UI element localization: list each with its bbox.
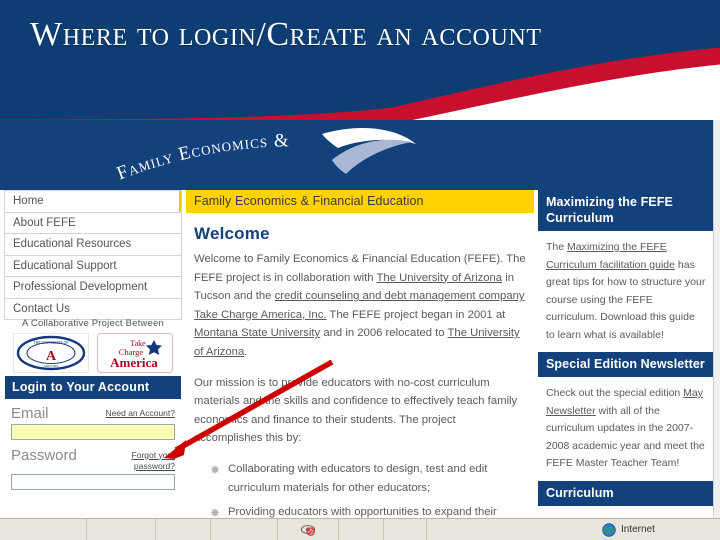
tca-logo-icon: Take Charge America [110, 339, 162, 370]
intro-paragraph: Welcome to Family Economics & Financial … [194, 250, 526, 362]
privacy-eye-icon[interactable] [278, 519, 339, 540]
nav-label: Professional Development [13, 281, 148, 293]
status-cell-6 [384, 519, 427, 540]
security-zone[interactable]: Internet [594, 522, 720, 537]
ua-logo-icon: THE UNIVERSITY OF A ARIZONA [16, 335, 86, 371]
page-scrollbar[interactable] [713, 120, 720, 540]
logo-swoosh-icon [322, 128, 416, 174]
panel1-text-a: Check out the special edition [546, 387, 684, 399]
security-zone-label: Internet [621, 524, 655, 535]
email-row: Email Need an Account? [11, 404, 175, 423]
logo-text-path: Family Economics & [114, 130, 289, 184]
privacy-eye-icon-glyph [300, 524, 316, 536]
svg-text:Family Economics &: Family Economics & [114, 130, 290, 184]
sidebar-item-about-fefe[interactable]: About FEFE [4, 212, 182, 234]
site-banner-title: Family Economics & Financial Education [186, 190, 534, 213]
slide: Where to login/Create an account Family … [0, 0, 720, 540]
sidebar-item-home[interactable]: Home [4, 191, 182, 213]
panel-body: Check out the special edition May Newsle… [538, 377, 714, 481]
sidebar-item-professional-development[interactable]: Professional Development [4, 277, 182, 299]
main-content: Family Economics & Financial Education W… [186, 190, 534, 540]
panel-title: Curriculum [538, 480, 714, 506]
panel-body: The Maximizing the FEFE Curriculum facil… [538, 231, 714, 352]
collaborators-section: A Collaborative Project Between THE UNIV… [5, 318, 181, 373]
collaborators-logos: THE UNIVERSITY OF A ARIZONA Take Charge … [5, 333, 181, 373]
login-panel-body: Email Need an Account? Password Forgot y… [5, 399, 181, 495]
take-charge-america-logo[interactable]: Take Charge America [97, 333, 173, 373]
mission-paragraph: Our mission is to provide educators with… [194, 376, 518, 445]
logo-arc-text: Family Economics & [114, 128, 416, 184]
status-cell-4 [211, 519, 278, 540]
panel0-text-a: The [546, 241, 568, 253]
password-row: Password Forgot your password? [11, 446, 175, 472]
right-sidebar: Maximizing the FEFE Curriculum The Maxim… [538, 190, 714, 540]
browser-status-bar: Internet [0, 518, 720, 540]
nav-label: Educational Resources [13, 238, 132, 250]
status-cell-3 [156, 519, 211, 540]
para1-text-c: The FEFE project began in 2001 at [326, 308, 506, 321]
para1-text-e: . [244, 345, 248, 358]
main-navigation: Home About FEFE Educational Resources Ed… [4, 190, 182, 320]
nav-label: Home [13, 195, 44, 207]
ua-logo-letter: A [46, 349, 57, 364]
globe-icon [602, 522, 616, 537]
forgot-password-link[interactable]: Forgot your password? [105, 446, 175, 472]
link-montana-state-university[interactable]: Montana State University [194, 327, 320, 339]
panel-special-edition-newsletter: Special Edition Newsletter Check out the… [538, 352, 714, 481]
nav-label: Educational Support [13, 259, 117, 272]
ua-logo-bottom-text: ARIZONA [43, 364, 59, 368]
collaborators-label: A Collaborative Project Between [22, 318, 164, 329]
university-of-arizona-logo[interactable]: THE UNIVERSITY OF A ARIZONA [13, 333, 89, 373]
login-panel: Login to Your Account Email Need an Acco… [5, 376, 181, 495]
ua-logo-top-text: THE UNIVERSITY OF [34, 341, 69, 345]
sidebar-item-educational-support[interactable]: Educational Support [4, 255, 182, 277]
list-item: Collaborating with educators to design, … [210, 460, 526, 497]
nav-label: Contact Us [13, 302, 70, 315]
left-sidebar: Home About FEFE Educational Resources Ed… [0, 190, 184, 540]
tca-line3: America [110, 355, 158, 370]
email-label: Email [11, 405, 49, 422]
status-cell-5 [339, 519, 384, 540]
password-field[interactable] [11, 473, 175, 490]
link-university-of-arizona[interactable]: The University of Arizona [377, 272, 503, 284]
slide-title-banner: Where to login/Create an account [0, 0, 720, 128]
nav-label: About FEFE [13, 216, 76, 229]
panel-title: Maximizing the FEFE Curriculum [538, 190, 714, 231]
sidebar-item-contact-us[interactable]: Contact Us [4, 298, 182, 320]
page-title: Where to login/Create an account [30, 16, 542, 53]
status-cell-1 [0, 519, 87, 540]
browser-page: Family Economics & Home About FEFE Educa… [0, 120, 720, 540]
need-an-account-link[interactable]: Need an Account? [106, 404, 175, 419]
sidebar-item-educational-resources[interactable]: Educational Resources [4, 234, 182, 256]
site-logo[interactable]: Family Economics & [108, 120, 428, 190]
panel-title: Special Edition Newsletter [538, 352, 714, 377]
login-panel-header: Login to Your Account [5, 376, 181, 399]
email-field[interactable] [11, 424, 175, 440]
content-heading: Welcome [194, 224, 270, 243]
site-header: Family Economics & [0, 120, 720, 190]
status-cell-2 [87, 519, 156, 540]
para1-text-d: and in 2006 relocated to [320, 327, 448, 340]
password-label: Password [11, 446, 77, 464]
mission-bullet-list: Collaborating with educators to design, … [210, 460, 526, 522]
panel-curriculum: Curriculum [538, 480, 714, 506]
panel-maximizing-curriculum: Maximizing the FEFE Curriculum The Maxim… [538, 190, 714, 352]
